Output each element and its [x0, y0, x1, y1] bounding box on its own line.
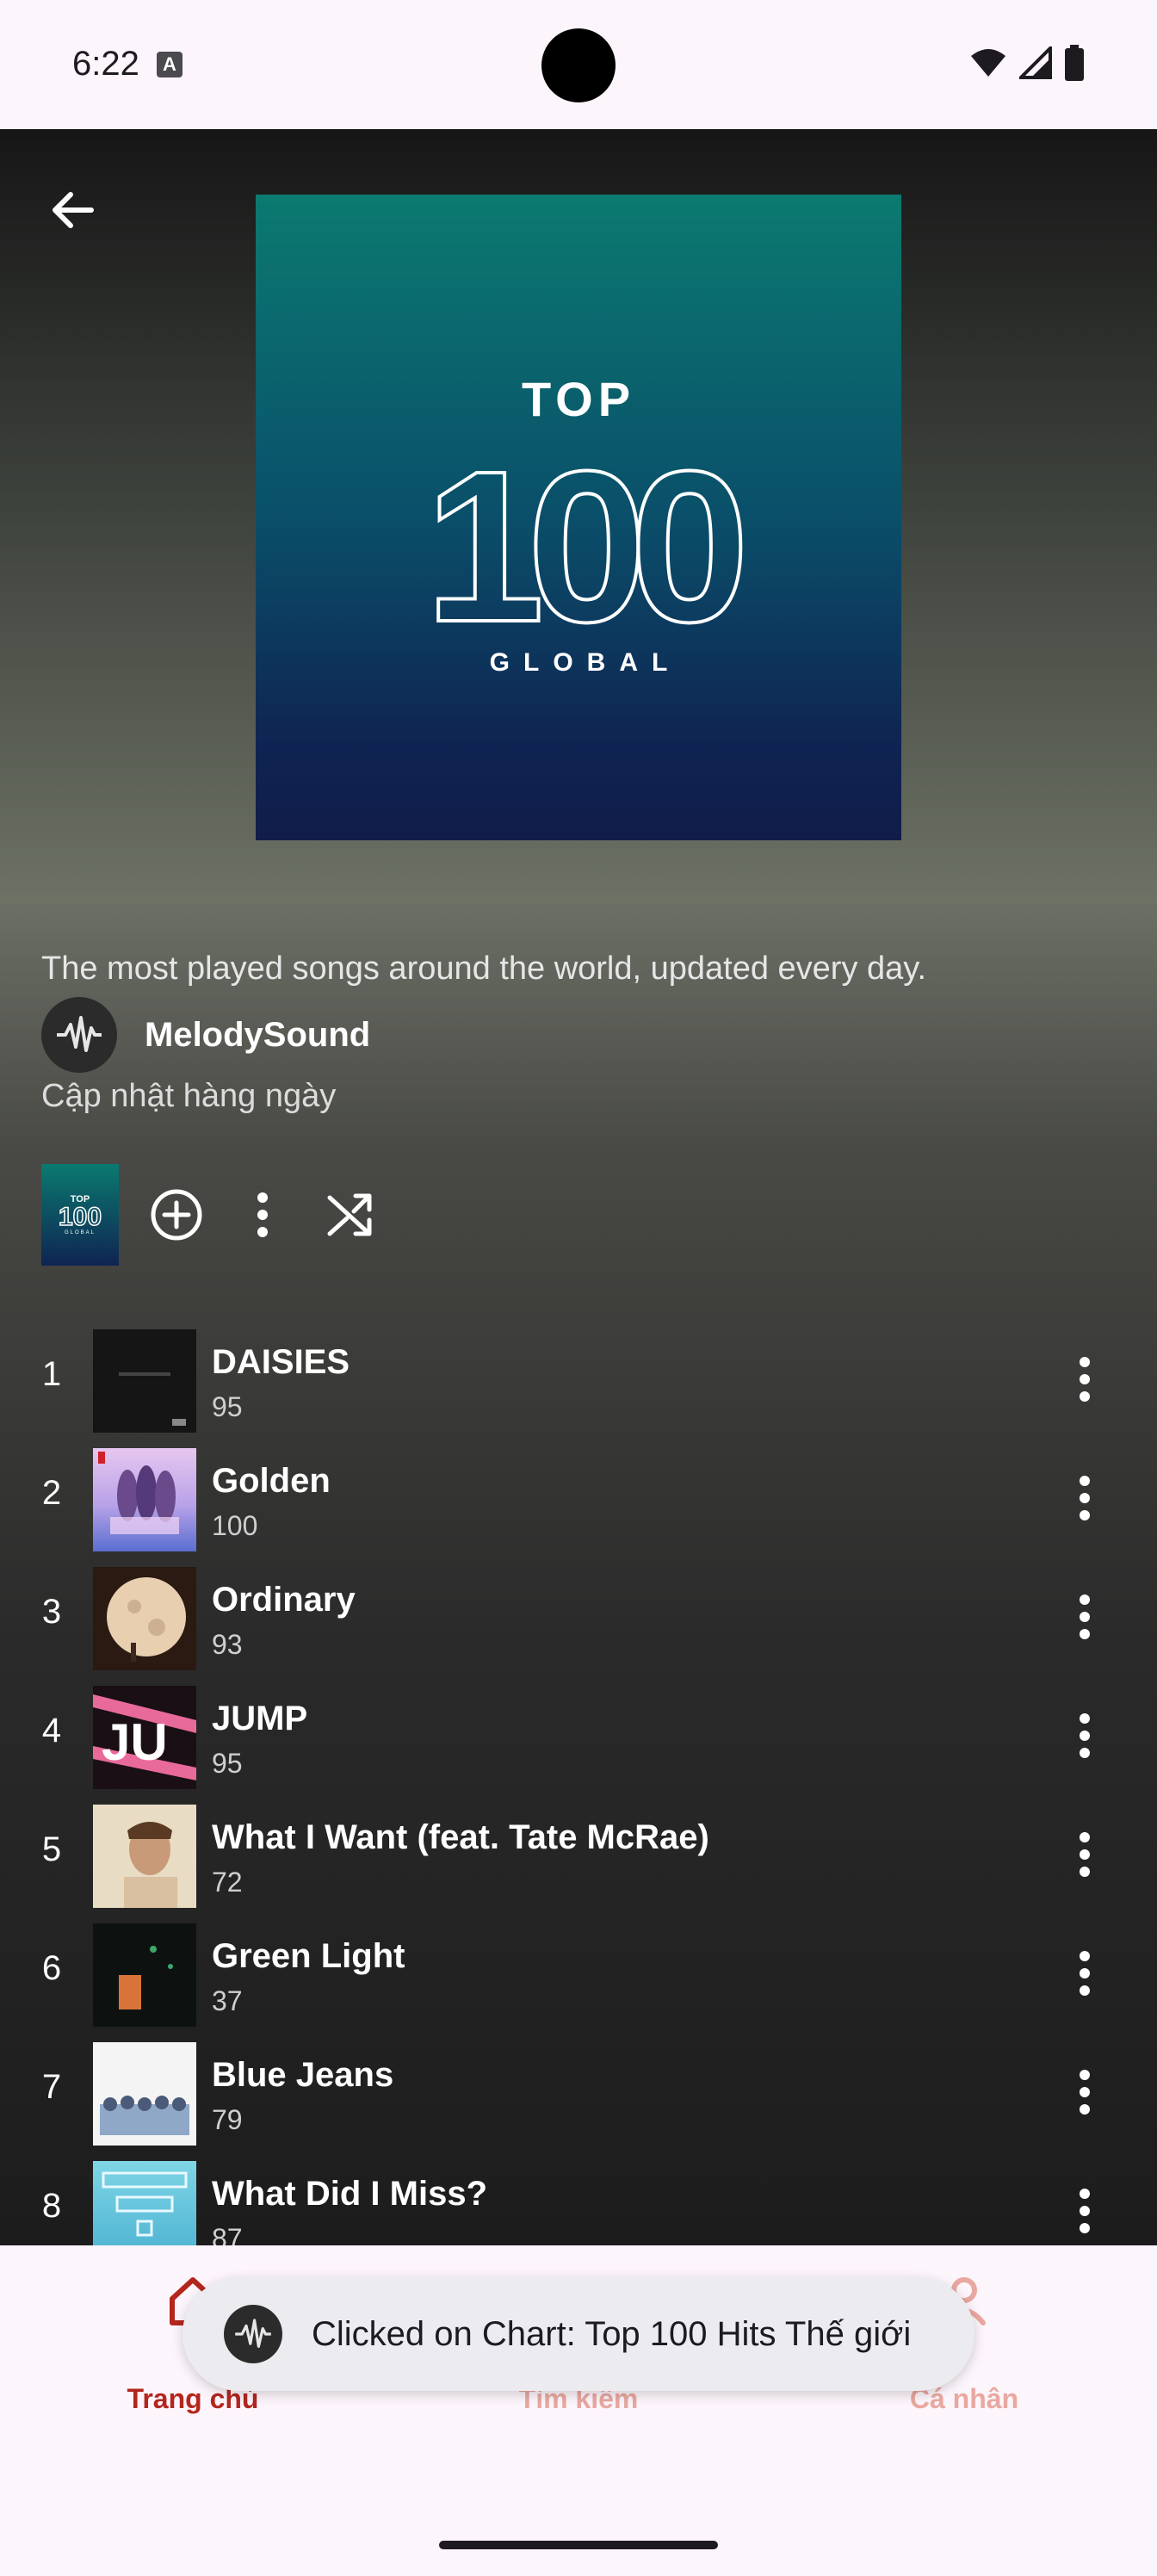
more-vert-icon	[1080, 1832, 1090, 1877]
song-list: 1 DAISIES 95 2 Golden 100 3 Ordinary 93 …	[0, 1321, 1157, 2245]
song-play-count: 87	[212, 2223, 243, 2245]
song-rank: 7	[41, 2068, 62, 2106]
more-vert-icon	[1080, 2070, 1090, 2115]
app-icon	[224, 2305, 282, 2363]
toast-text: Clicked on Chart: Top 100 Hits Thế giới	[312, 2315, 912, 2353]
song-play-count: 95	[212, 1748, 243, 1779]
song-rank: 2	[41, 1474, 62, 1512]
mini-cover-number: 100	[58, 1203, 102, 1231]
song-more-button[interactable]	[1047, 1698, 1123, 1774]
playlist-description: The most played songs around the world, …	[41, 951, 927, 987]
cover-subtitle: GLOBAL	[489, 648, 682, 677]
playlist-cover: TOP 100 GLOBAL	[256, 195, 901, 840]
song-row[interactable]: 8 What Did I Miss? 87	[0, 2152, 1157, 2245]
song-more-button[interactable]	[1047, 1579, 1123, 1655]
song-title: Ordinary	[212, 1581, 356, 1619]
song-rank: 6	[41, 1949, 62, 1987]
song-row[interactable]: 5 What I Want (feat. Tate McRae) 72	[0, 1796, 1157, 1915]
status-icons	[969, 43, 1085, 83]
song-play-count: 95	[212, 1391, 243, 1422]
cover-number-graphic: 100	[423, 436, 759, 659]
song-row[interactable]: 6 Green Light 37	[0, 1915, 1157, 2034]
song-title: DAISIES	[212, 1343, 350, 1381]
song-row[interactable]: 4 JU JUMP 95	[0, 1677, 1157, 1796]
song-play-count: 100	[212, 1510, 258, 1541]
owner-avatar[interactable]	[41, 997, 117, 1073]
song-play-count: 37	[212, 1985, 243, 2016]
status-bar: 6:22 A	[0, 0, 1157, 129]
more-vert-icon	[1080, 1357, 1090, 1402]
song-more-button[interactable]	[1047, 1341, 1123, 1417]
song-artwork	[93, 1329, 196, 1433]
shuffle-button[interactable]	[312, 1176, 389, 1254]
song-title: What Did I Miss?	[212, 2175, 487, 2213]
song-artwork	[93, 1567, 196, 1670]
more-vert-icon	[1080, 1476, 1090, 1520]
song-play-count: 79	[212, 2104, 243, 2135]
playlist-thumbnail: TOP 100 GLOBAL	[41, 1164, 119, 1266]
song-more-button[interactable]	[1047, 1935, 1123, 2011]
song-artwork: JU	[93, 1686, 196, 1789]
more-vert-icon	[1080, 1595, 1090, 1639]
song-more-button[interactable]	[1047, 1817, 1123, 1892]
song-artwork	[93, 1448, 196, 1551]
song-row[interactable]: 7 Blue Jeans 79	[0, 2034, 1157, 2152]
status-time: 6:22	[72, 45, 139, 83]
song-rank: 8	[41, 2187, 62, 2225]
song-title: Blue Jeans	[212, 2056, 394, 2094]
more-options-button[interactable]	[224, 1176, 301, 1254]
waveform-icon	[235, 2319, 271, 2348]
gesture-bar[interactable]	[439, 2541, 718, 2549]
camera-cutout	[541, 28, 616, 102]
shuffle-icon	[327, 1193, 372, 1236]
song-more-button[interactable]	[1047, 2054, 1123, 2130]
add-circle-icon	[151, 1189, 202, 1241]
song-title: JUMP	[212, 1700, 308, 1737]
song-play-count: 72	[212, 1867, 243, 1898]
cover-top-text: TOP	[521, 372, 636, 426]
arrow-left-icon	[53, 192, 94, 228]
svg-text:JU: JU	[102, 1713, 168, 1771]
toast-message: Clicked on Chart: Top 100 Hits Thế giới	[183, 2277, 974, 2391]
wifi-icon	[971, 49, 1005, 77]
song-artwork	[93, 1805, 196, 1908]
song-title: Golden	[212, 1462, 331, 1500]
song-title: What I Want (feat. Tate McRae)	[212, 1818, 709, 1856]
song-rank: 3	[41, 1593, 62, 1631]
song-more-button[interactable]	[1047, 2173, 1123, 2245]
more-vert-icon	[1080, 1951, 1090, 1996]
cover-number: 100	[424, 436, 740, 659]
song-row[interactable]: 1 DAISIES 95	[0, 1321, 1157, 1440]
more-vert-icon	[1080, 1713, 1090, 1758]
waveform-icon	[57, 1016, 102, 1052]
song-artwork	[93, 2042, 196, 2146]
battery-icon	[1065, 45, 1084, 81]
back-button[interactable]	[34, 172, 110, 248]
owner-name[interactable]: MelodySound	[145, 1016, 370, 1055]
song-rank: 1	[41, 1355, 62, 1393]
song-rank: 5	[41, 1830, 62, 1868]
mini-cover-subtitle: GLOBAL	[64, 1230, 96, 1235]
signal-icon	[1019, 46, 1052, 79]
notification-icon: A	[157, 52, 183, 77]
add-to-library-button[interactable]	[138, 1176, 215, 1254]
song-artwork	[93, 1923, 196, 2027]
more-vert-icon	[257, 1192, 268, 1237]
song-more-button[interactable]	[1047, 1460, 1123, 1536]
song-play-count: 93	[212, 1629, 243, 1660]
more-vert-icon	[1080, 2189, 1090, 2233]
song-rank: 4	[41, 1712, 62, 1749]
song-row[interactable]: 2 Golden 100	[0, 1440, 1157, 1558]
song-title: Green Light	[212, 1937, 405, 1975]
song-artwork	[93, 2161, 196, 2245]
song-row[interactable]: 3 Ordinary 93	[0, 1558, 1157, 1677]
update-frequency: Cập nhật hàng ngày	[41, 1078, 337, 1114]
